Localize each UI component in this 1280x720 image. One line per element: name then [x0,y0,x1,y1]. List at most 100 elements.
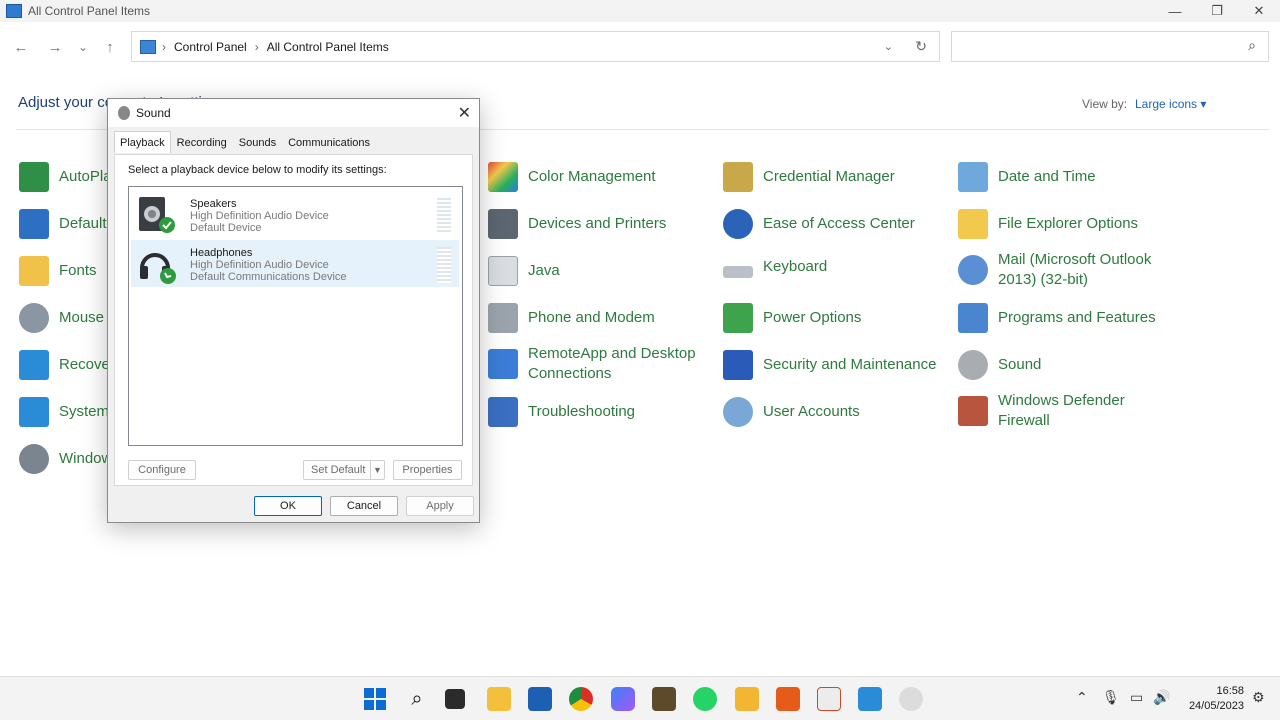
cp-item-phone-modem[interactable]: Phone and Modem [488,303,655,333]
power-options-icon [723,303,753,333]
copilot-icon[interactable] [611,687,635,711]
display-icon[interactable]: ▭ [1130,689,1143,706]
settings-gear-icon[interactable]: ⚙ [1252,689,1265,706]
chevron-down-icon[interactable]: ⌄ [884,40,893,53]
control-panel-icon[interactable] [858,687,882,711]
dialog-close-button[interactable]: ✕ [458,103,471,123]
tab-playback[interactable]: Playback [114,131,171,153]
cp-item-mail[interactable]: Mail (Microsoft Outlook 2013) (32-bit) [958,250,1168,290]
minimize-button[interactable]: — [1154,0,1196,22]
view-by-label: View by: [1082,97,1128,111]
configure-button[interactable]: Configure [128,460,196,480]
address-bar[interactable]: › Control Panel › All Control Panel Item… [131,31,940,62]
cp-item-file-explorer-options[interactable]: File Explorer Options [958,209,1138,239]
chevron-up-icon[interactable]: ⌃ [1076,689,1088,706]
app-icon[interactable] [735,687,759,711]
phone-modem-icon [488,303,518,333]
cp-item-fonts[interactable]: Fonts [19,256,97,286]
windows-start-icon[interactable] [363,687,387,711]
device-status: Default Communications Device [190,271,347,283]
close-window-button[interactable]: ✕ [1238,0,1280,22]
default-programs-icon [19,209,49,239]
chrome-icon[interactable] [569,687,593,711]
file-explorer-icon[interactable] [487,687,511,711]
up-arrow-icon[interactable]: ↑ [98,36,122,58]
forward-arrow-icon[interactable]: → [43,36,67,58]
firewall-icon [958,396,988,426]
volume-icon[interactable]: 🔊 [1153,689,1170,706]
breadcrumb-control-panel[interactable]: Control Panel [174,40,247,54]
cp-item-java[interactable]: Java [488,256,560,286]
back-arrow-icon[interactable]: ← [9,36,33,58]
cp-item-date-time[interactable]: Date and Time [958,162,1096,192]
ease-of-access-icon [723,209,753,239]
fonts-icon [19,256,49,286]
maximize-button[interactable]: ❐ [1196,0,1238,22]
cp-item-system[interactable]: System [19,397,109,427]
chevron-down-icon[interactable]: ▼ [370,461,384,479]
task-view-icon[interactable] [445,689,465,709]
search-icon[interactable]: ⌕ [405,687,429,711]
security-flag-icon [723,350,753,380]
store-icon[interactable] [528,687,552,711]
device-description: High Definition Audio Device [190,259,329,271]
cp-item-programs-features[interactable]: Programs and Features [958,303,1156,333]
cp-item-security-maintenance[interactable]: Security and Maintenance [723,350,936,380]
volume-meter [437,247,451,283]
cancel-button[interactable]: Cancel [330,496,398,516]
cp-item-autoplay[interactable]: AutoPlay [19,162,119,192]
playback-panel: Select a playback device below to modify… [114,154,473,486]
volume-meter [437,198,451,234]
device-description: High Definition Audio Device [190,210,329,222]
tab-sounds[interactable]: Sounds [233,133,282,153]
search-icon[interactable]: ⌕ [1248,37,1256,54]
properties-button[interactable]: Properties [393,460,462,480]
apply-button[interactable]: Apply [406,496,474,516]
cp-item-mouse[interactable]: Mouse [19,303,104,333]
sound-dialog: Sound ✕ Playback Recording Sounds Commun… [107,98,480,523]
programs-features-icon [958,303,988,333]
cp-item-windows-defender-firewall[interactable]: Windows Defender Firewall [958,391,1158,431]
date-time-icon [958,162,988,192]
app-icon[interactable] [776,687,800,711]
device-status: Default Device [190,222,262,234]
cp-item-credential-manager[interactable]: Credential Manager [723,162,895,192]
breadcrumb-all-items[interactable]: All Control Panel Items [267,40,389,54]
sound-speaker-icon[interactable] [899,687,923,711]
window-title: All Control Panel Items [28,4,151,18]
cp-item-keyboard[interactable]: Keyboard [723,256,827,278]
minecraft-icon[interactable] [652,687,676,711]
device-item-speakers[interactable]: Speakers High Definition Audio Device De… [131,191,459,238]
remoteapp-icon [488,349,518,379]
cp-item-color-management[interactable]: Color Management [488,162,656,192]
set-default-button[interactable]: Set Default ▼ [303,460,385,480]
search-input[interactable]: ⌕ [951,31,1269,62]
user-accounts-icon [723,397,753,427]
view-by-dropdown[interactable]: Large icons ▾ [1135,97,1206,111]
refresh-icon[interactable]: ↻ [915,38,927,55]
cp-item-power-options[interactable]: Power Options [723,303,861,333]
cp-item-remoteapp[interactable]: RemoteApp and Desktop Connections [488,344,708,384]
clock[interactable]: 16:58 24/05/2023 [1186,684,1244,714]
speaker-icon [118,106,130,120]
tab-communications[interactable]: Communications [282,133,376,153]
clock-date: 24/05/2023 [1188,700,1244,712]
recent-locations-icon[interactable]: ⌄ [71,36,95,58]
device-list[interactable]: Speakers High Definition Audio Device De… [128,186,463,446]
whatsapp-icon[interactable] [693,687,717,711]
cp-item-user-accounts[interactable]: User Accounts [723,397,860,427]
keyboard-icon [723,266,753,278]
device-item-headphones[interactable]: Headphones High Definition Audio Device … [131,240,459,287]
instruction-text: Select a playback device below to modify… [128,164,387,176]
mouse-icon [19,303,49,333]
microphone-icon[interactable]: 🎙 [1102,689,1120,706]
tab-recording[interactable]: Recording [171,133,233,153]
cp-item-troubleshooting[interactable]: Troubleshooting [488,397,635,427]
cp-item-devices-printers[interactable]: Devices and Printers [488,209,666,239]
powerpoint-icon[interactable] [817,687,841,711]
ok-button[interactable]: OK [254,496,322,516]
system-icon [19,397,49,427]
cp-item-ease-of-access[interactable]: Ease of Access Center [723,209,915,239]
cp-item-sound[interactable]: Sound [958,350,1041,380]
headphones-icon [140,253,176,284]
